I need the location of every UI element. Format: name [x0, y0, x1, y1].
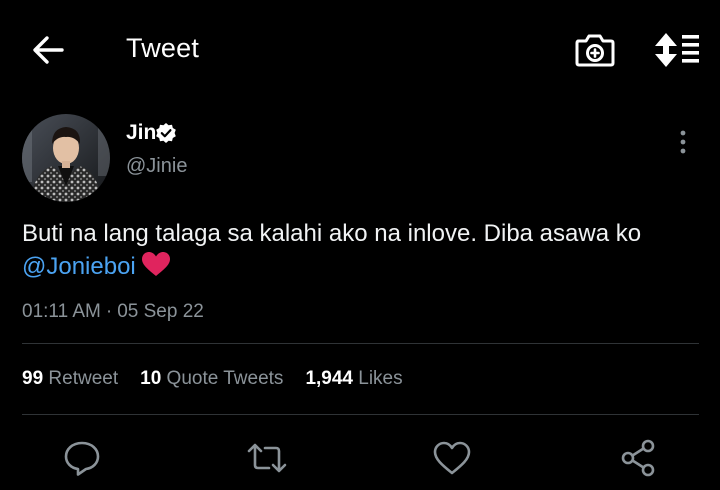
like-button[interactable] — [430, 436, 474, 480]
quote-tweets-label: Quote Tweets — [166, 368, 284, 389]
tweet-body-text: Buti na lang talaga sa kalahi ako na inl… — [22, 220, 642, 247]
like-icon — [433, 441, 471, 475]
share-button[interactable] — [616, 436, 660, 480]
likes-stat[interactable]: 1,944 Likes — [305, 368, 402, 390]
avatar-photo — [22, 114, 110, 202]
back-button[interactable] — [28, 30, 68, 70]
more-options-button[interactable] — [670, 128, 696, 156]
quote-tweets-stat[interactable]: 10 Quote Tweets — [140, 368, 283, 390]
author-handle[interactable]: @Jinie — [126, 155, 187, 178]
reply-icon — [64, 441, 100, 476]
likes-label: Likes — [358, 368, 403, 389]
tweet-text: Buti na lang talaga sa kalahi ako na inl… — [22, 217, 702, 283]
mention-link[interactable]: @Jonieboi — [22, 253, 136, 280]
more-vertical-icon — [680, 130, 686, 154]
reply-button[interactable] — [60, 436, 104, 480]
retweet-icon — [247, 443, 287, 473]
tweet-stats: 99 Retweet 10 Quote Tweets 1,944 Likes — [22, 368, 403, 390]
divider — [22, 414, 699, 415]
page-title: Tweet — [126, 33, 200, 63]
retweets-stat[interactable]: 99 Retweet — [22, 368, 118, 390]
tweet-timestamp: 01:11 AM · 05 Sep 22 — [22, 301, 204, 323]
back-arrow-icon — [33, 36, 64, 64]
verified-badge-icon — [155, 122, 177, 144]
divider — [22, 343, 699, 344]
add-photo-icon — [575, 34, 615, 67]
add-photo-button[interactable] — [573, 30, 617, 70]
tweet-detail-screen: Tweet Jin @Jinie Buti na lang talaga sa … — [0, 0, 720, 490]
share-icon — [621, 439, 655, 477]
retweet-button[interactable] — [245, 436, 289, 480]
separator-dot: · — [105, 301, 113, 322]
tweet-time: 01:11 AM — [22, 301, 101, 322]
top-app-bar: Tweet — [0, 0, 720, 100]
author-name[interactable]: Jin — [126, 121, 156, 145]
avatar[interactable] — [22, 114, 110, 202]
tweet-date: 05 Sep 22 — [117, 301, 204, 322]
retweets-count: 99 — [22, 368, 44, 389]
red-heart-emoji-icon — [141, 252, 170, 277]
retweets-label: Retweet — [48, 368, 119, 389]
quote-tweets-count: 10 — [140, 368, 162, 389]
likes-count: 1,944 — [305, 368, 353, 389]
sort-button[interactable] — [652, 30, 700, 70]
sort-icon — [655, 33, 699, 67]
